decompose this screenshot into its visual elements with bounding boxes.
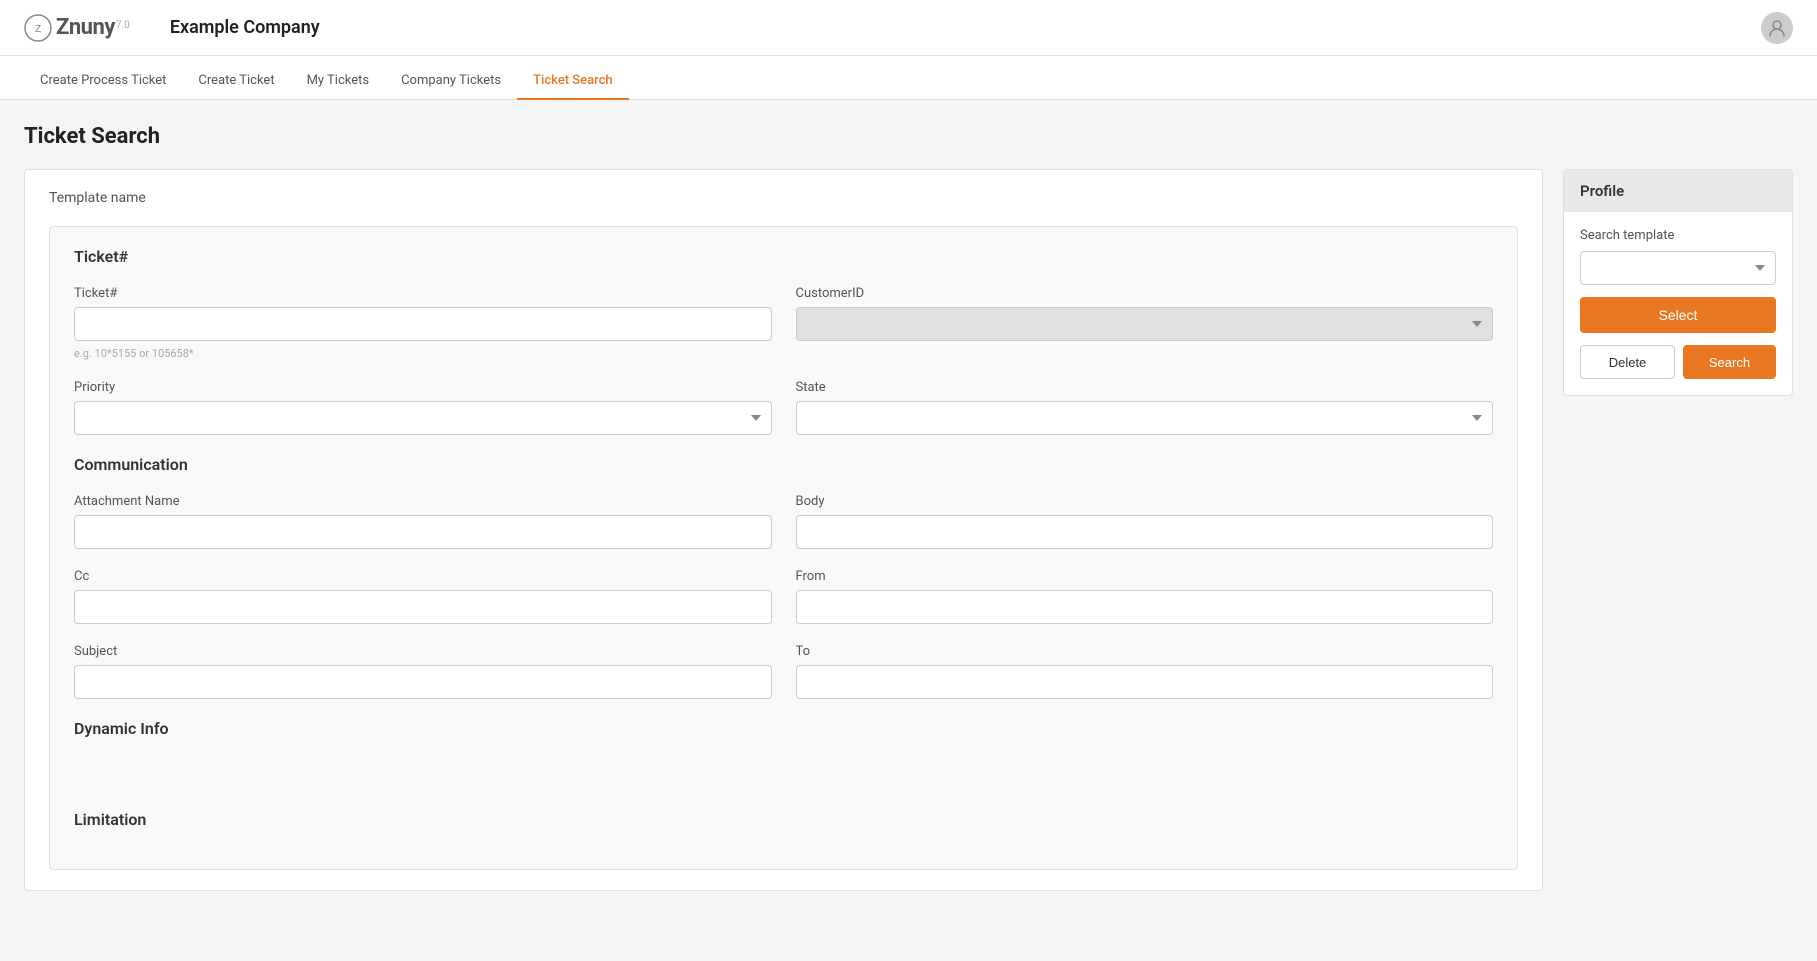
ticket-section-title: Ticket# — [74, 247, 1493, 266]
customer-id-select[interactable] — [796, 307, 1494, 341]
customer-id-label: CustomerID — [796, 286, 1494, 301]
to-label: To — [796, 644, 1494, 659]
form-card: Template name Ticket# Ticket# e.g. 10*51… — [24, 169, 1543, 891]
dynamic-info-content — [74, 758, 1493, 798]
delete-button[interactable]: Delete — [1580, 345, 1675, 379]
ticket-number-input[interactable] — [74, 307, 772, 341]
body-input[interactable] — [796, 515, 1494, 549]
body-label: Body — [796, 494, 1494, 509]
ticket-number-hint: e.g. 10*5155 or 105658* — [74, 347, 772, 360]
navigation: Create Process Ticket Create Ticket My T… — [0, 56, 1817, 100]
from-input[interactable] — [796, 590, 1494, 624]
from-group: From — [796, 569, 1494, 624]
priority-select[interactable] — [74, 401, 772, 435]
user-avatar[interactable] — [1761, 12, 1793, 44]
ticket-row-1: Ticket# e.g. 10*5155 or 105658* Customer… — [74, 286, 1493, 360]
communication-row-1: Attachment Name Body — [74, 494, 1493, 549]
body-group: Body — [796, 494, 1494, 549]
state-select[interactable] — [796, 401, 1494, 435]
from-label: From — [796, 569, 1494, 584]
attachment-name-group: Attachment Name — [74, 494, 772, 549]
nav-item-ticket-search[interactable]: Ticket Search — [517, 63, 629, 100]
to-input[interactable] — [796, 665, 1494, 699]
cc-group: Cc — [74, 569, 772, 624]
ticket-row-2: Priority State — [74, 380, 1493, 435]
logo-text: Znuny — [56, 15, 115, 40]
company-name: Example Company — [170, 17, 320, 38]
priority-group: Priority — [74, 380, 772, 435]
header: Z Znuny7.0 Example Company — [0, 0, 1817, 56]
nav-item-create-process-ticket[interactable]: Create Process Ticket — [24, 63, 182, 100]
to-group: To — [796, 644, 1494, 699]
customer-id-group: CustomerID — [796, 286, 1494, 360]
profile-header: Profile — [1564, 170, 1792, 212]
subject-input[interactable] — [74, 665, 772, 699]
logo-version: 7.0 — [116, 20, 130, 31]
communication-section-title: Communication — [74, 455, 1493, 474]
profile-body: Search template Select Delete Search — [1564, 212, 1792, 395]
search-template-select[interactable] — [1580, 251, 1776, 285]
template-name-label: Template name — [49, 190, 1518, 206]
state-group: State — [796, 380, 1494, 435]
subject-group: Subject — [74, 644, 772, 699]
communication-row-2: Cc From — [74, 569, 1493, 624]
ticket-number-label: Ticket# — [74, 286, 772, 301]
communication-row-3: Subject To — [74, 644, 1493, 699]
page-title: Ticket Search — [24, 124, 1793, 149]
attachment-name-label: Attachment Name — [74, 494, 772, 509]
subject-label: Subject — [74, 644, 772, 659]
state-label: State — [796, 380, 1494, 395]
ticket-number-group: Ticket# e.g. 10*5155 or 105658* — [74, 286, 772, 360]
limitation-section-title: Limitation — [74, 810, 1493, 829]
main-layout: Template name Ticket# Ticket# e.g. 10*51… — [24, 169, 1793, 891]
search-button[interactable]: Search — [1683, 345, 1776, 379]
znuny-logo-icon: Z — [24, 14, 52, 42]
inner-form: Ticket# Ticket# e.g. 10*5155 or 105658* … — [49, 226, 1518, 870]
nav-item-my-tickets[interactable]: My Tickets — [291, 63, 386, 100]
dynamic-info-section-title: Dynamic Info — [74, 719, 1493, 738]
cc-input[interactable] — [74, 590, 772, 624]
profile-sidebar: Profile Search template Select Delete Se… — [1563, 169, 1793, 396]
page-content: Ticket Search Template name Ticket# Tick… — [0, 100, 1817, 915]
search-template-label: Search template — [1580, 228, 1776, 243]
logo-area: Z Znuny7.0 — [24, 14, 130, 42]
attachment-name-input[interactable] — [74, 515, 772, 549]
priority-label: Priority — [74, 380, 772, 395]
cc-label: Cc — [74, 569, 772, 584]
nav-item-create-ticket[interactable]: Create Ticket — [182, 63, 290, 100]
nav-item-company-tickets[interactable]: Company Tickets — [385, 63, 517, 100]
select-button[interactable]: Select — [1580, 297, 1776, 333]
svg-text:Z: Z — [35, 24, 41, 35]
profile-actions: Delete Search — [1580, 345, 1776, 379]
